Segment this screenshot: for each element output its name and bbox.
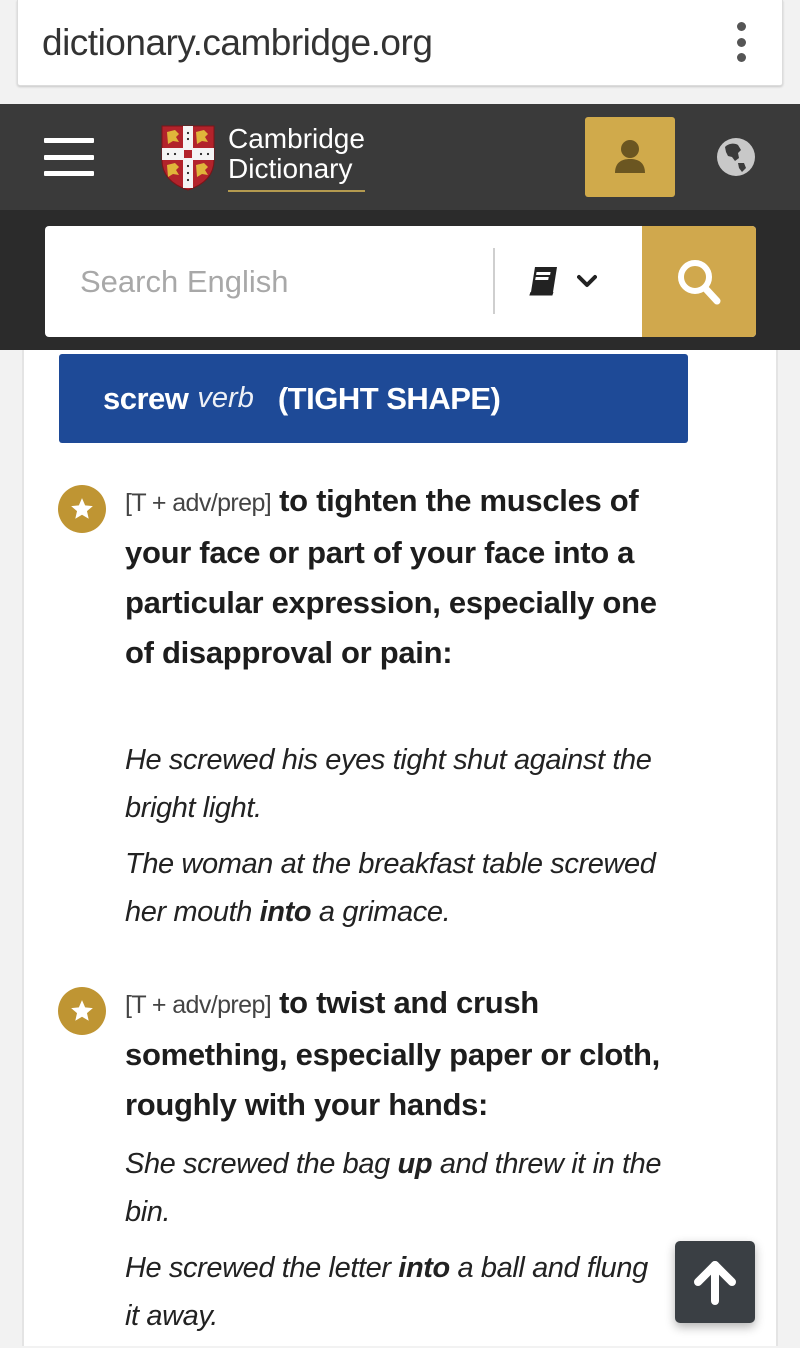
logo-wordmark: Cambridge Dictionary	[228, 124, 365, 192]
language-button[interactable]	[716, 137, 756, 177]
user-icon	[615, 140, 645, 173]
definition: [T + adv/prep] to twist and crush somethi…	[125, 978, 685, 1130]
site-header: Cambridge Dictionary	[0, 104, 800, 210]
chevron-down-icon	[577, 275, 597, 287]
example-text: He screwed the letter	[125, 1252, 399, 1284]
search-icon	[678, 259, 721, 304]
globe-icon	[717, 138, 755, 176]
example-sentence: She screwed the bag up and threw it in t…	[125, 1140, 665, 1236]
sense-header: screw verb (TIGHT SHAPE)	[59, 354, 688, 443]
example-text: She screwed the bag	[125, 1148, 398, 1180]
grammar-code: [T + adv/prep]	[125, 489, 272, 517]
search-form	[45, 226, 756, 337]
dictionary-select[interactable]	[515, 256, 635, 306]
logo-line1: Cambridge	[228, 123, 365, 154]
star-glyph	[71, 1000, 93, 1021]
example-collocation: into	[259, 896, 312, 928]
search-band	[0, 210, 800, 350]
search-divider	[493, 248, 495, 314]
user-account-button[interactable]	[585, 117, 675, 197]
guideword: (TIGHT SHAPE)	[277, 380, 501, 416]
example-sentence: The woman at the breakfast table screwed…	[125, 840, 665, 936]
example-text: He screwed his eyes tight shut against t…	[125, 744, 652, 824]
url-text[interactable]: dictionary.cambridge.org	[42, 22, 433, 64]
example-collocation: up	[397, 1148, 433, 1180]
address-bar[interactable]: dictionary.cambridge.org	[17, 0, 783, 86]
grammar-code: [T + adv/prep]	[125, 991, 272, 1019]
kebab-menu-icon[interactable]	[734, 22, 748, 62]
examples: She screwed the bag up and threw it in t…	[125, 1140, 665, 1348]
example-text: a grimace.	[311, 896, 451, 928]
part-of-speech: verb	[197, 382, 254, 414]
examples: He screwed his eyes tight shut against t…	[125, 736, 665, 944]
definition: [T + adv/prep] to tighten the muscles of …	[125, 476, 685, 678]
browser-chrome: dictionary.cambridge.org	[0, 0, 800, 104]
cambridge-logo[interactable]: Cambridge Dictionary	[160, 124, 365, 192]
arrow-up-icon	[694, 1261, 736, 1305]
logo-line2: Dictionary	[228, 153, 353, 184]
star-icon[interactable]	[58, 987, 106, 1035]
back-to-top-button[interactable]	[675, 1241, 755, 1323]
example-sentence: He screwed his eyes tight shut against t…	[125, 736, 665, 832]
cambridge-shield-icon	[161, 125, 215, 191]
search-input[interactable]	[45, 226, 493, 337]
example-sentence: He screwed the letter into a ball and fl…	[125, 1244, 665, 1340]
example-collocation: into	[398, 1252, 450, 1284]
search-button[interactable]	[642, 226, 756, 337]
headword: screw	[103, 380, 189, 416]
book-icon	[529, 267, 557, 296]
star-glyph	[71, 498, 93, 519]
hamburger-icon[interactable]	[44, 138, 94, 176]
entry-content: screw verb (TIGHT SHAPE) [T + adv/prep] t…	[22, 350, 778, 1346]
star-icon[interactable]	[58, 485, 106, 533]
